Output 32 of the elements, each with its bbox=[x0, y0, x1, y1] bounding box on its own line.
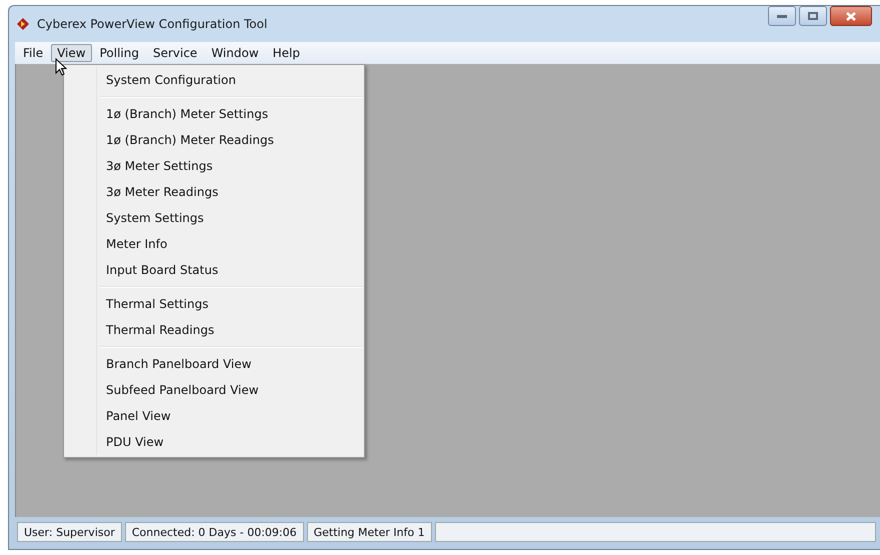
menu-option[interactable]: PDU View bbox=[64, 429, 364, 455]
menu-option[interactable]: Thermal Settings bbox=[64, 291, 364, 317]
minimize-button[interactable] bbox=[768, 6, 796, 26]
menu-item[interactable]: Polling bbox=[94, 44, 145, 62]
maximize-icon bbox=[808, 12, 818, 20]
menu-option[interactable]: System Settings bbox=[64, 205, 364, 231]
app-logo-icon bbox=[15, 16, 31, 32]
menu-option[interactable]: Thermal Readings bbox=[64, 317, 364, 343]
menu-item[interactable]: Service bbox=[146, 44, 204, 62]
maximize-button[interactable] bbox=[799, 6, 827, 26]
menu-option[interactable]: 3ø Meter Settings bbox=[64, 153, 364, 179]
menu-item[interactable]: Help bbox=[266, 44, 306, 62]
menu-option[interactable]: Panel View bbox=[64, 403, 364, 429]
menu-item[interactable]: View bbox=[51, 44, 92, 62]
menu-item[interactable]: File bbox=[17, 44, 50, 62]
menu-option[interactable]: 1ø (Branch) Meter Settings bbox=[64, 101, 364, 127]
status-panel: Getting Meter Info 1 bbox=[306, 522, 432, 542]
menu-option[interactable]: Input Board Status bbox=[64, 257, 364, 283]
menu-option[interactable]: Meter Info bbox=[64, 231, 364, 257]
menu-option[interactable]: 3ø Meter Readings bbox=[64, 179, 364, 205]
menu-option[interactable]: 1ø (Branch) Meter Readings bbox=[64, 127, 364, 153]
mouse-cursor-icon bbox=[55, 58, 67, 76]
window-title: Cyberex PowerView Configuration Tool bbox=[37, 17, 268, 31]
menu-option[interactable]: Subfeed Panelboard View bbox=[64, 377, 364, 403]
minimize-icon bbox=[777, 14, 787, 18]
close-icon bbox=[846, 12, 856, 20]
status-panel: User: Supervisor bbox=[17, 522, 122, 542]
menu-option[interactable]: Branch Panelboard View bbox=[64, 351, 364, 377]
close-button[interactable] bbox=[830, 6, 872, 26]
status-panel: Connected: 0 Days - 00:09:06 bbox=[124, 522, 304, 542]
menu-item[interactable]: Window bbox=[205, 44, 265, 62]
menu-option[interactable]: System Configuration bbox=[64, 67, 364, 93]
